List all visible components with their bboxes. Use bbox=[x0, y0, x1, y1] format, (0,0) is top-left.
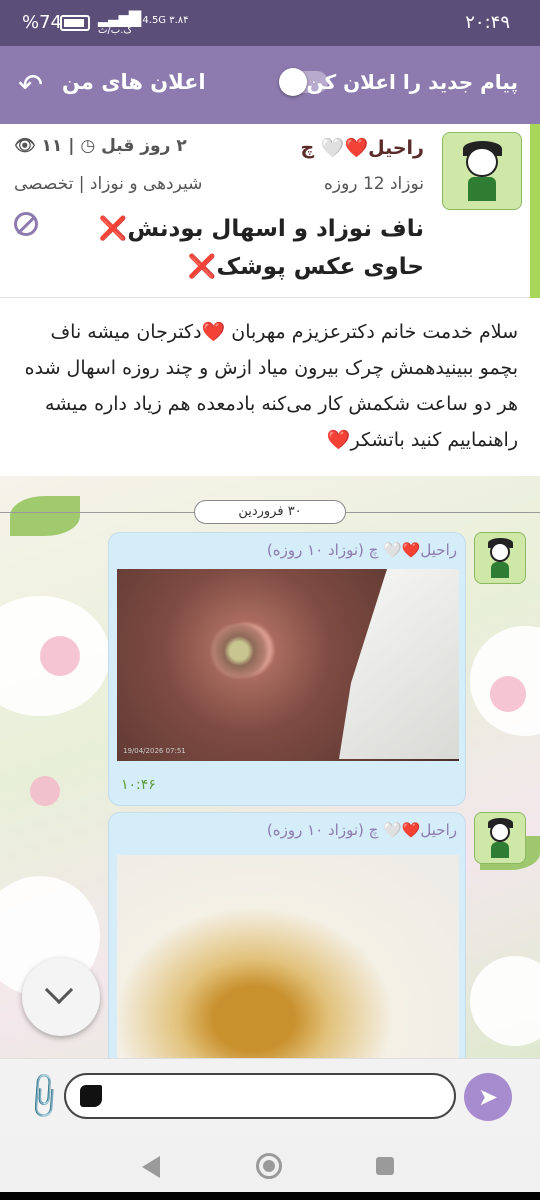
avatar[interactable] bbox=[442, 132, 522, 210]
photo-timestamp: 19/04/2026 07:51 bbox=[123, 747, 186, 755]
message-avatar[interactable] bbox=[474, 532, 526, 584]
status-bar: %74 ▂▃▅▇ 4.5G ۳.۸۴ ک.ب/ث ۲۰:۴۹ bbox=[0, 0, 540, 46]
app-bar: ↶ اعلان های من پیام جدید را اعلان کن bbox=[0, 46, 540, 124]
toggle-knob bbox=[279, 68, 307, 96]
background-flower bbox=[490, 676, 526, 712]
net-type: 4.5G bbox=[142, 15, 167, 26]
message-author[interactable]: راحیل❤️🤍 چ (نوزاد ۱۰ روزه) bbox=[267, 541, 457, 559]
notify-label: پیام جدید را اعلان کن bbox=[306, 70, 519, 94]
background-flower bbox=[40, 636, 80, 676]
post-category[interactable]: شیردهی و نوزاد | تخصصی bbox=[14, 174, 202, 194]
system-nav-bar bbox=[0, 1138, 540, 1200]
clock-icon: ◷ bbox=[80, 136, 96, 156]
post-meta: ۲ روز قبل ◷ | ۱۱ 👁 bbox=[14, 136, 187, 156]
clock: ۲۰:۴۹ bbox=[465, 12, 510, 33]
page-title: اعلان های من bbox=[62, 70, 206, 94]
battery-icon bbox=[60, 15, 90, 31]
accent-bar bbox=[530, 124, 540, 298]
net-speed-unit: ک.ب/ث bbox=[98, 25, 133, 36]
post-title: ناف نوزاد و اسهال بودنش❌ حاوی عکس پوشک❌ bbox=[98, 216, 424, 280]
send-icon: ➤ bbox=[477, 1083, 499, 1111]
message-time: ۱۰:۴۶ bbox=[121, 777, 156, 793]
battery-text: %74 bbox=[22, 12, 63, 33]
ban-icon[interactable] bbox=[14, 212, 38, 236]
baby-age: نوزاد 12 روزه bbox=[323, 174, 424, 194]
composer-bar: 📎 ➤ bbox=[0, 1058, 540, 1138]
back-arrow-icon[interactable]: ↶ bbox=[18, 68, 43, 103]
question-body: سلام خدمت خانم دکترعزیزم مهربان ❤️دکترجا… bbox=[0, 298, 540, 476]
eye-icon: 👁 bbox=[14, 136, 36, 156]
time-ago: ۲ روز قبل bbox=[101, 136, 187, 156]
background-flower bbox=[470, 956, 540, 1046]
send-button[interactable]: ➤ bbox=[464, 1073, 512, 1121]
scroll-down-button[interactable] bbox=[22, 958, 100, 1036]
message-bubble[interactable]: راحیل❤️🤍 چ (نوزاد ۱۰ روزه) bbox=[108, 812, 466, 1058]
chevron-down-icon bbox=[44, 975, 74, 1005]
background-leaf bbox=[10, 496, 80, 536]
nav-home-icon[interactable] bbox=[256, 1153, 282, 1179]
bottom-edge bbox=[0, 1192, 540, 1200]
network-status: ▂▃▅▇ 4.5G ۳.۸۴ ک.ب/ث bbox=[98, 8, 198, 36]
message-avatar[interactable] bbox=[474, 812, 526, 864]
nav-recents-icon[interactable] bbox=[376, 1157, 394, 1175]
signal-icon: ▂▃▅▇ bbox=[98, 8, 141, 27]
meta-divider: | bbox=[68, 136, 75, 156]
message-input[interactable] bbox=[64, 1073, 456, 1119]
post-author[interactable]: راحیل❤️🤍 چ bbox=[301, 136, 424, 159]
sticker-icon[interactable] bbox=[80, 1085, 102, 1107]
diaper-photo[interactable] bbox=[117, 855, 459, 1058]
net-speed: ۳.۸۴ bbox=[169, 15, 189, 26]
views-count: ۱۱ bbox=[41, 136, 63, 156]
date-separator: ۳۰ فروردین bbox=[194, 500, 346, 524]
navel-photo[interactable]: 19/04/2026 07:51 bbox=[117, 569, 459, 761]
post-header: راحیل❤️🤍 چ ۲ روز قبل ◷ | ۱۱ 👁 نوزاد 12 ر… bbox=[0, 124, 540, 298]
background-flower bbox=[30, 776, 60, 806]
message-author[interactable]: راحیل❤️🤍 چ (نوزاد ۱۰ روزه) bbox=[267, 821, 457, 839]
nav-back-icon[interactable] bbox=[142, 1156, 160, 1178]
message-bubble[interactable]: راحیل❤️🤍 چ (نوزاد ۱۰ روزه) 19/04/2026 07… bbox=[108, 532, 466, 806]
